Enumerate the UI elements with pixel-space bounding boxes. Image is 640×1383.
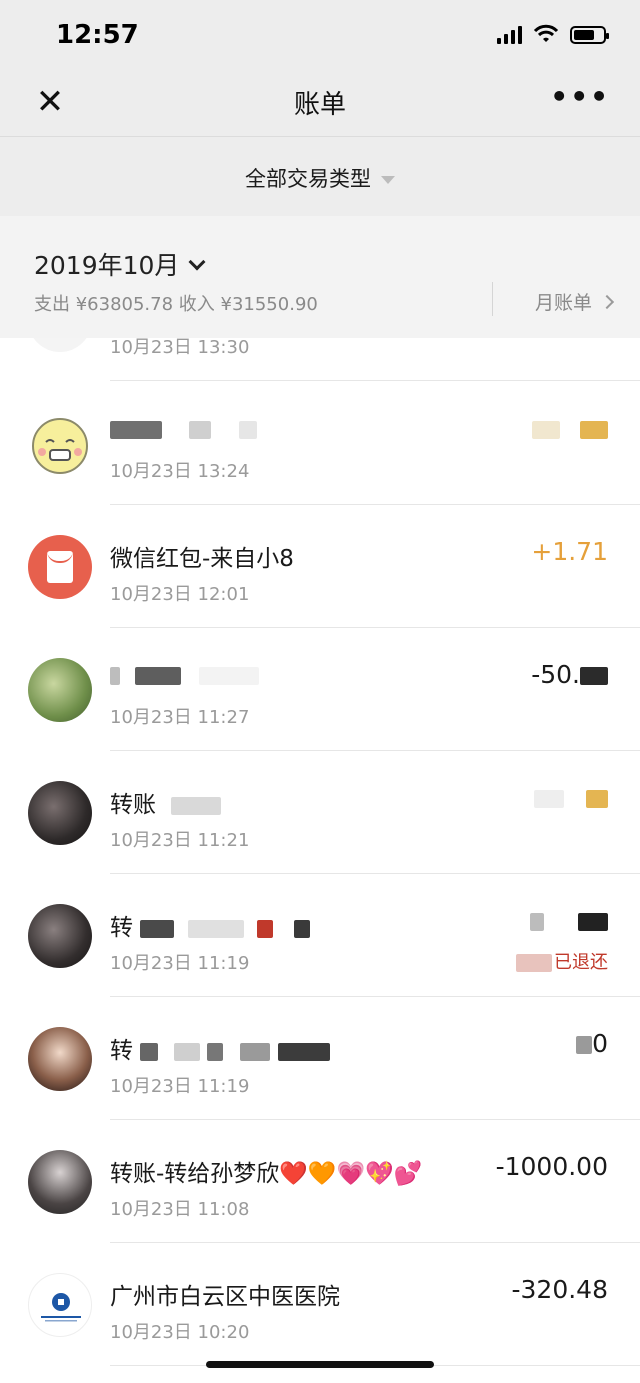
redacted-text bbox=[187, 919, 244, 938]
transaction-time: 10月23日 13:24 bbox=[110, 461, 250, 482]
transaction-amount: -1000.00 bbox=[495, 1152, 608, 1181]
transaction-title bbox=[110, 416, 257, 442]
transaction-amount bbox=[530, 906, 608, 935]
transaction-amount: -50. bbox=[531, 660, 608, 689]
month-header: 2019年10月 支出 ¥63805.78 收入 ¥31550.90 月账单 bbox=[0, 216, 640, 338]
redacted-text bbox=[586, 790, 608, 808]
redacted-text bbox=[140, 919, 175, 938]
transaction-title: 转账 bbox=[110, 785, 222, 819]
redacted-text bbox=[580, 667, 608, 685]
bank-logo-icon bbox=[28, 1273, 92, 1337]
status-time: 12:57 bbox=[56, 20, 139, 50]
battery-icon bbox=[570, 26, 609, 44]
wifi-icon bbox=[534, 24, 558, 42]
month-label: 2019年10月 bbox=[34, 251, 180, 280]
monthly-bill-label: 月账单 bbox=[534, 292, 592, 314]
filter-label: 全部交易类型 bbox=[245, 167, 371, 191]
month-summary: 支出 ¥63805.78 收入 ¥31550.90 bbox=[34, 294, 318, 315]
transaction-amount bbox=[534, 783, 608, 812]
transaction-title: 转 bbox=[110, 908, 311, 942]
transaction-title bbox=[110, 662, 259, 688]
chevron-right-icon bbox=[599, 294, 615, 310]
transaction-list: 10月23日 13:30 10月23日 13:24 微信红包-来自小8 10月2… bbox=[0, 338, 640, 1383]
redacted-text bbox=[294, 919, 311, 938]
transaction-amount bbox=[532, 414, 608, 443]
status-bar: 12:57 bbox=[0, 0, 640, 70]
transaction-title: 转 bbox=[110, 1031, 330, 1065]
redacted-text bbox=[140, 1042, 159, 1061]
transaction-row[interactable]: 10月23日 11:27 -50. bbox=[0, 628, 640, 751]
redacted-text bbox=[110, 420, 162, 439]
transaction-time: 10月23日 13:30 bbox=[110, 338, 250, 358]
nav-bar: ✕ 账单 ••• bbox=[0, 70, 640, 136]
redacted-text bbox=[256, 919, 273, 938]
monthly-bill-link[interactable]: 月账单 bbox=[534, 288, 615, 315]
transaction-amount: 0 bbox=[576, 1029, 608, 1058]
transaction-row[interactable]: 转 10月23日 11:19 已退还 bbox=[0, 874, 640, 997]
redacted-text bbox=[240, 1042, 271, 1061]
transaction-title: 微信红包-来自小8 bbox=[110, 546, 294, 572]
redacted-text bbox=[578, 913, 608, 931]
home-indicator[interactable] bbox=[206, 1361, 434, 1368]
redacted-text bbox=[198, 666, 259, 685]
avatar bbox=[28, 338, 92, 352]
transaction-amount: -320.48 bbox=[511, 1275, 609, 1304]
redacted-text bbox=[576, 1036, 593, 1054]
transaction-title: 广州市白云区中医医院 bbox=[110, 1284, 340, 1310]
transaction-title: 转账-转给孙梦欣❤️🧡💗💖💕 bbox=[110, 1161, 423, 1187]
transaction-time: 10月23日 10:20 bbox=[110, 1322, 250, 1343]
transaction-time: 10月23日 11:19 bbox=[110, 1076, 250, 1097]
transaction-row[interactable]: 转账 10月23日 11:21 bbox=[0, 751, 640, 874]
month-selector[interactable]: 2019年10月 bbox=[34, 246, 206, 282]
signal-icon bbox=[497, 24, 522, 44]
dropdown-arrow-icon bbox=[381, 176, 395, 184]
transaction-type-filter[interactable]: 全部交易类型 bbox=[0, 163, 640, 193]
avatar bbox=[28, 658, 92, 722]
page-title: 账单 bbox=[293, 90, 346, 120]
avatar bbox=[28, 1027, 92, 1091]
avatar bbox=[28, 781, 92, 845]
redacted-text bbox=[135, 666, 182, 685]
transaction-row[interactable]: 转账-转给孙梦欣❤️🧡💗💖💕 10月23日 11:08 -1000.00 bbox=[0, 1120, 640, 1243]
redacted-text bbox=[516, 954, 552, 972]
avatar bbox=[28, 904, 92, 968]
transaction-row[interactable]: 10月23日 13:24 bbox=[0, 382, 640, 505]
transaction-row[interactable]: 10月23日 13:30 bbox=[0, 338, 640, 381]
redacted-text bbox=[110, 666, 120, 685]
redacted-text bbox=[530, 913, 545, 931]
transaction-time: 10月23日 11:21 bbox=[110, 830, 250, 851]
avatar bbox=[28, 412, 92, 476]
transaction-row[interactable]: 广州市白云区中医医院 10月23日 10:20 -320.48 bbox=[0, 1243, 640, 1366]
transaction-row[interactable]: 转 10月23日 11:19 0 bbox=[0, 997, 640, 1120]
transaction-amount: +1.71 bbox=[531, 537, 608, 566]
transaction-time: 10月23日 11:08 bbox=[110, 1199, 250, 1220]
divider bbox=[492, 282, 493, 316]
divider bbox=[110, 380, 640, 381]
more-icon[interactable]: ••• bbox=[550, 80, 610, 113]
redacted-text bbox=[277, 1042, 330, 1061]
redacted-text bbox=[580, 421, 608, 439]
transaction-time: 10月23日 12:01 bbox=[110, 584, 250, 605]
status-icons bbox=[497, 24, 609, 44]
refund-status: 已退还 bbox=[516, 948, 608, 974]
chevron-down-icon bbox=[188, 253, 206, 271]
battery-level bbox=[574, 30, 594, 40]
redacted-text bbox=[532, 421, 561, 439]
redacted-text bbox=[173, 1042, 200, 1061]
avatar bbox=[28, 1150, 92, 1214]
redacted-text bbox=[534, 790, 565, 808]
transaction-row[interactable]: 微信红包-来自小8 10月23日 12:01 +1.71 bbox=[0, 505, 640, 628]
transaction-time: 10月23日 11:19 bbox=[110, 953, 250, 974]
redacted-text bbox=[238, 420, 257, 439]
redacted-text bbox=[189, 420, 212, 439]
filter-bar: 全部交易类型 bbox=[0, 136, 640, 217]
redacted-text bbox=[206, 1042, 223, 1061]
redacted-text bbox=[171, 796, 222, 815]
red-packet-icon bbox=[28, 535, 92, 599]
transaction-time: 10月23日 11:27 bbox=[110, 707, 250, 728]
